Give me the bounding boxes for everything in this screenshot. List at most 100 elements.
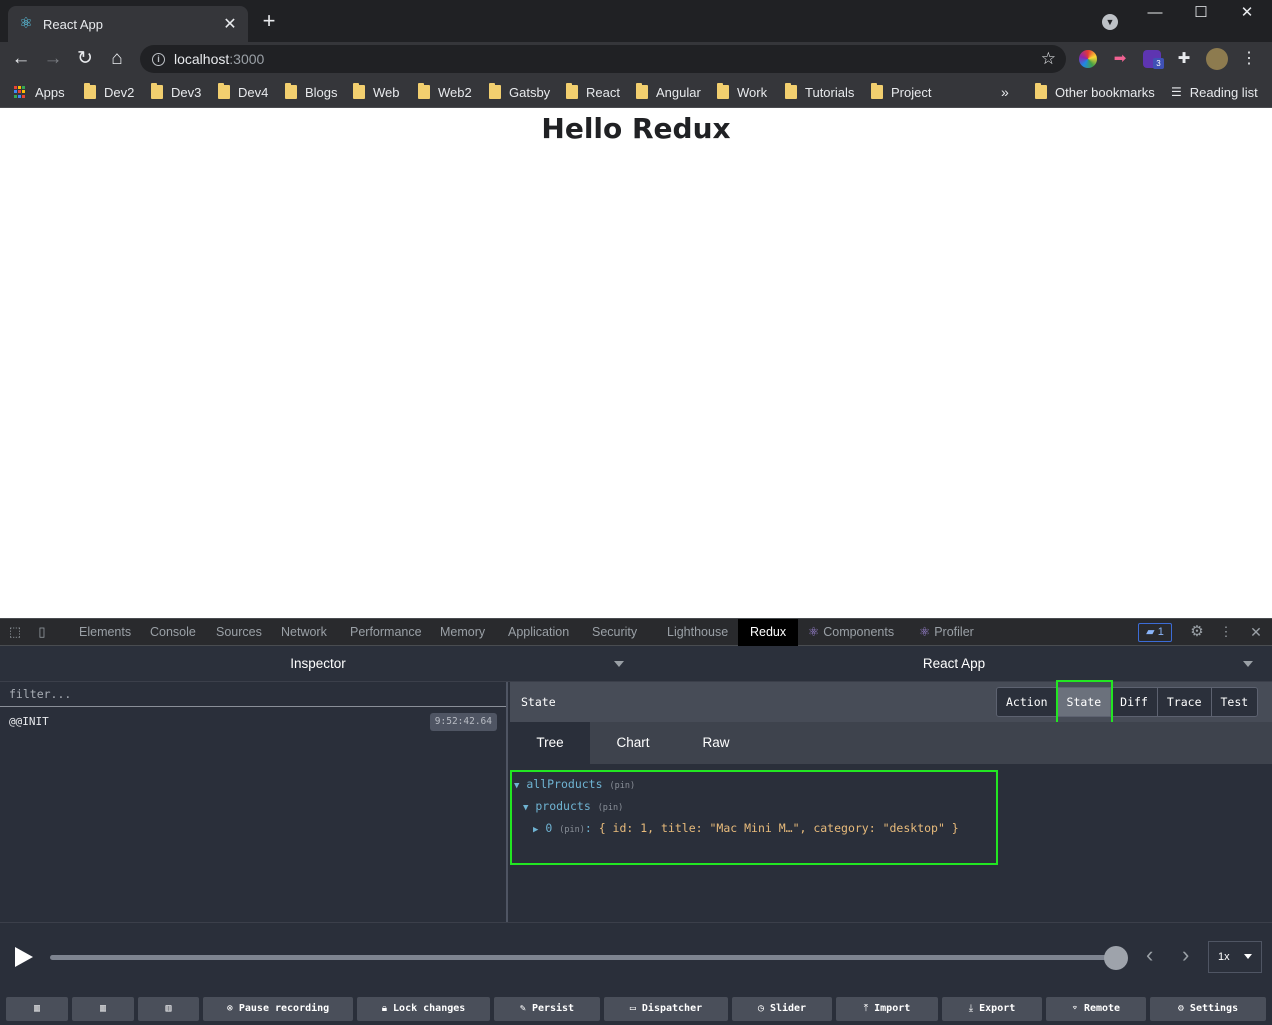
forward-icon[interactable]: → (42, 48, 64, 70)
layout-right-button[interactable]: ▥ (138, 997, 199, 1021)
monitor-selector[interactable]: Inspector (0, 646, 636, 682)
settings-gear-icon[interactable]: ⚙ (1189, 624, 1205, 640)
bookmark-folder[interactable]: Blogs (285, 83, 338, 101)
minimize-button[interactable]: — (1140, 4, 1170, 24)
bookmark-other[interactable]: Other bookmarks (1035, 83, 1155, 101)
tab-tree[interactable]: Tree (510, 722, 590, 764)
tab-application[interactable]: Application (508, 619, 569, 646)
tab-memory[interactable]: Memory (440, 619, 485, 646)
browser-tab[interactable]: ⚛ React App ✕ (8, 6, 248, 42)
tab-raw[interactable]: Raw (676, 722, 756, 764)
redux-extension-icon[interactable]: 3 (1143, 50, 1164, 69)
bookmark-folder[interactable]: Work (717, 83, 767, 101)
close-devtools-icon[interactable]: ✕ (1248, 624, 1264, 640)
action-list-pane: filter... @@INIT 9:52:42.64 (0, 682, 508, 922)
address-bar[interactable]: i localhost :3000 ☆ (140, 45, 1066, 73)
bookmark-folder[interactable]: React (566, 83, 620, 101)
bookmark-folder[interactable]: Project (871, 83, 931, 101)
home-icon[interactable]: ⌂ (106, 48, 128, 70)
button-label: Dispatcher (641, 1003, 703, 1014)
color-extension-icon[interactable] (1079, 50, 1097, 68)
mode-diff-button[interactable]: Diff (1111, 688, 1158, 716)
next-icon[interactable]: › (1182, 943, 1189, 967)
bookmark-folder[interactable]: Tutorials (785, 83, 854, 101)
upload-icon: ⤒ (863, 1003, 869, 1014)
tab-profiler[interactable]: ⚛ Profiler (919, 619, 974, 646)
bookmark-folder[interactable]: Angular (636, 83, 701, 101)
bookmark-label: Work (737, 84, 768, 100)
play-icon[interactable] (15, 947, 33, 967)
chevron-down-icon (1244, 954, 1252, 959)
tab-sources[interactable]: Sources (216, 619, 262, 646)
react-icon: ⚛ (808, 625, 820, 639)
close-window-button[interactable]: ✕ (1232, 4, 1262, 24)
mode-switcher: Action State Diff Trace Test (996, 687, 1259, 717)
bookmark-label: React (586, 84, 620, 100)
inspect-element-icon[interactable]: ⬚ (7, 624, 23, 640)
action-list-item[interactable]: @@INIT 9:52:42.64 (0, 708, 506, 736)
button-label: Persist (531, 1003, 575, 1014)
tab-network[interactable]: Network (281, 619, 327, 646)
new-tab-button[interactable]: + (259, 10, 279, 32)
monitor-title: Inspector (290, 656, 346, 671)
slider-track[interactable] (50, 955, 1116, 960)
slider-handle[interactable] (1104, 946, 1128, 970)
settings-button[interactable]: ⚙ Settings (1150, 997, 1266, 1021)
mode-trace-button[interactable]: Trace (1157, 688, 1212, 716)
export-button[interactable]: ⤓ Export (942, 997, 1042, 1021)
tab-lighthouse[interactable]: Lighthouse (667, 619, 728, 646)
bookmark-folder[interactable]: Web2 (418, 83, 472, 101)
bookmark-label: Other bookmarks (1055, 84, 1155, 100)
issues-badge[interactable]: ▰ 1 (1138, 623, 1172, 642)
lock-changes-button[interactable]: 🔒︎ Lock changes (357, 997, 490, 1021)
tab-search-icon[interactable]: ▼ (1102, 14, 1118, 30)
arrow-extension-icon[interactable]: ➡ (1111, 50, 1129, 68)
tab-security[interactable]: Security (592, 619, 637, 646)
chevron-down-icon (614, 661, 624, 667)
tab-console[interactable]: Console (150, 619, 196, 646)
persist-button[interactable]: ✎ Persist (494, 997, 600, 1021)
button-label: Import (874, 1003, 911, 1014)
dispatcher-button[interactable]: ▭ Dispatcher (604, 997, 728, 1021)
filter-input[interactable]: filter... (0, 682, 506, 707)
layout-left-button[interactable]: ▥ (6, 997, 68, 1021)
browser-menu-icon[interactable]: ⋮ (1240, 50, 1258, 68)
bookmark-folder[interactable]: Gatsby (489, 83, 550, 101)
remote-button[interactable]: ⌔ Remote (1046, 997, 1146, 1021)
previous-icon[interactable]: ‹ (1146, 943, 1153, 967)
site-info-icon[interactable]: i (152, 52, 165, 66)
reading-list-button[interactable]: ☰ Reading list (1171, 83, 1258, 101)
import-button[interactable]: ⤒ Import (836, 997, 938, 1021)
more-options-icon[interactable]: ⋮ (1218, 624, 1234, 640)
bookmark-apps[interactable]: Apps (14, 83, 65, 101)
tab-redux[interactable]: Redux (738, 619, 799, 646)
reload-icon[interactable]: ↻ (74, 48, 96, 70)
folder-icon (566, 83, 578, 99)
button-label: Export (979, 1003, 1016, 1014)
mode-action-button[interactable]: Action (997, 688, 1058, 716)
tab-components[interactable]: ⚛ Components (808, 619, 894, 646)
bookmark-folder[interactable]: Dev3 (151, 83, 201, 101)
bookmark-folder[interactable]: Dev4 (218, 83, 268, 101)
bookmark-star-icon[interactable]: ☆ (1041, 49, 1056, 69)
mode-test-button[interactable]: Test (1211, 688, 1258, 716)
maximize-button[interactable]: ☐ (1186, 4, 1216, 24)
speed-select[interactable]: 1x (1208, 941, 1262, 973)
bookmark-folder[interactable]: Dev2 (84, 83, 134, 101)
slider-button[interactable]: ◷ Slider (732, 997, 832, 1021)
pause-recording-button[interactable]: ⊗ Pause recording (203, 997, 353, 1021)
tab-performance[interactable]: Performance (350, 619, 422, 646)
bookmarks-overflow-button[interactable]: » (1001, 83, 1009, 101)
close-tab-icon[interactable]: ✕ (222, 14, 238, 34)
bookmark-label: Dev4 (238, 84, 269, 100)
extensions-puzzle-icon[interactable]: ✚ (1175, 50, 1193, 68)
tab-chart[interactable]: Chart (593, 722, 673, 764)
tab-elements[interactable]: Elements (79, 619, 131, 646)
bookmark-folder[interactable]: Web (353, 83, 400, 101)
device-toolbar-icon[interactable]: ▯ (34, 624, 50, 640)
layout-bottom-button[interactable]: ▥ (72, 997, 134, 1021)
profile-avatar[interactable] (1206, 48, 1228, 70)
highlight-box (1056, 680, 1113, 726)
back-icon[interactable]: ← (10, 48, 32, 70)
instance-selector[interactable]: React App (636, 646, 1272, 682)
